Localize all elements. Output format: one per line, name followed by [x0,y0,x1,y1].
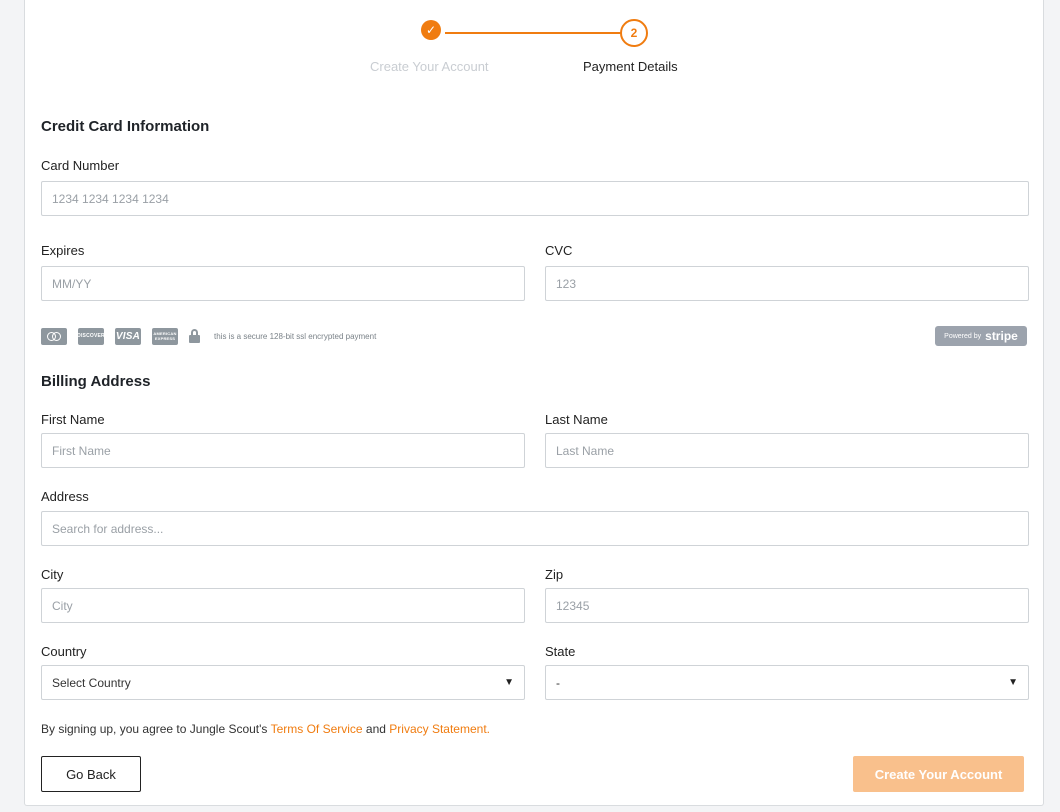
cvc-label: CVC [545,243,573,258]
step-2-number: 2 [620,19,648,47]
signup-card: ✓ 2 Create Your Account Payment Details … [24,0,1044,806]
powered-by-stripe-badge: Powered by stripe [935,326,1027,346]
discover-icon: DISCOVER [77,327,105,345]
country-label: Country [41,644,87,659]
card-number-label: Card Number [41,158,120,173]
address-label: Address [41,489,89,504]
terms-of-service-link[interactable]: Terms Of Service [271,722,363,736]
go-back-button[interactable]: Go Back [41,756,141,792]
first-name-label: First Name [41,412,105,427]
step-1-check-icon: ✓ [421,20,441,40]
create-account-button[interactable]: Create Your Account [853,756,1024,792]
city-label: City [41,567,64,582]
expires-label: Expires [41,243,85,258]
visa-icon: VISA [115,327,141,345]
expires-input[interactable] [41,266,525,301]
address-search-input[interactable] [41,511,1029,546]
stepper-connector-line [445,32,635,34]
zip-input[interactable] [545,588,1029,623]
caret-down-icon: ▼ [504,677,514,688]
card-number-input[interactable] [41,181,1029,216]
mastercard-icon [41,327,67,345]
terms-prefix: By signing up, you agree to Jungle Scout… [41,722,271,736]
caret-down-icon: ▼ [1008,677,1018,688]
country-select-value: Select Country [52,675,131,690]
last-name-label: Last Name [545,412,608,427]
stripe-prefix: Powered by [944,332,982,340]
terms-and: and [362,722,390,736]
lock-icon [189,329,200,343]
progress-stepper: ✓ 2 Create Your Account Payment Details [25,0,1043,90]
state-select[interactable]: - ▼ [545,665,1029,700]
zip-label: Zip [545,567,564,582]
privacy-statement-link[interactable]: Privacy Statement. [389,722,490,736]
last-name-input[interactable] [545,433,1029,468]
payment-icons-row: DISCOVER VISA AMERICAN EXPRESS this is a… [41,326,376,346]
cvc-input[interactable] [545,266,1029,301]
state-select-value: - [556,675,560,690]
step-2-label: Payment Details [583,59,678,74]
state-label: State [545,644,576,659]
terms-agreement-text: By signing up, you agree to Jungle Scout… [41,722,490,736]
billing-address-section-title: Billing Address [41,373,151,390]
country-select[interactable]: Select Country ▼ [41,665,525,700]
amex-icon: AMERICAN EXPRESS [152,327,178,345]
city-input[interactable] [41,588,525,623]
credit-card-section-title: Credit Card Information [41,118,210,135]
stripe-logo: stripe [985,329,1018,343]
first-name-input[interactable] [41,433,525,468]
step-1-label: Create Your Account [370,59,489,74]
secure-payment-text: this is a secure 128-bit ssl encrypted p… [214,331,377,341]
